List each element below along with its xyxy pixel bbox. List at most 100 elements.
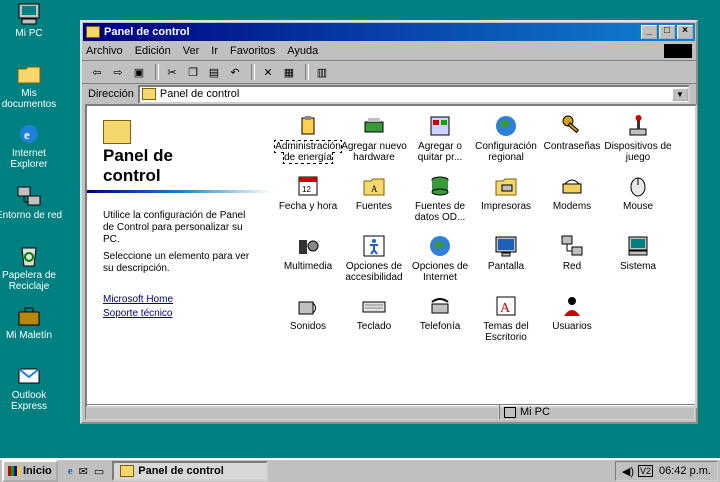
properties-icon[interactable]: ▦: [280, 64, 298, 80]
applet-telephony[interactable]: Telefonía: [405, 294, 475, 332]
back-arrow-icon[interactable]: ⇦: [88, 64, 106, 80]
applet-display[interactable]: Pantalla: [471, 234, 541, 272]
status-computer-icon: [504, 406, 516, 418]
quicklaunch-ie-icon[interactable]: e: [68, 465, 73, 477]
keys-icon: [560, 114, 584, 138]
applet-game-devices[interactable]: Dispositivos de juego: [603, 114, 673, 163]
display-icon: [494, 234, 518, 258]
modem-icon: [560, 174, 584, 198]
undo-icon[interactable]: ↶: [226, 64, 244, 80]
delete-icon[interactable]: ✕: [259, 64, 277, 80]
odbc-icon: [428, 174, 452, 198]
desktop-icon-internet-explorer[interactable]: e Internet Explorer: [0, 122, 64, 170]
copy-icon[interactable]: ❐: [184, 64, 202, 80]
desktop-icon-papelera[interactable]: Papelera de Reciclaje: [0, 244, 64, 292]
desktop-icon-mi-maletin[interactable]: Mi Maletín: [0, 304, 64, 341]
applet-passwords[interactable]: Contraseñas: [537, 114, 607, 152]
address-input[interactable]: Panel de control ▼: [137, 84, 690, 104]
applet-sounds[interactable]: Sonidos: [273, 294, 343, 332]
up-folder-icon[interactable]: ▣: [130, 64, 148, 80]
content-area: Panel de control Utilice la configuració…: [85, 104, 697, 408]
applet-modems[interactable]: Modems: [537, 174, 607, 212]
applet-accessibility[interactable]: Opciones de accesibilidad: [339, 234, 409, 283]
left-info-pane: Panel de control Utilice la configuració…: [87, 106, 272, 406]
joystick-icon: [626, 114, 650, 138]
applets-grid: Administración de energía Agregar nuevo …: [273, 106, 693, 406]
folder-icon: [16, 62, 42, 86]
globe-icon: [494, 114, 518, 138]
cut-icon[interactable]: ✂: [163, 64, 181, 80]
sounds-icon: [296, 294, 320, 318]
applet-users[interactable]: Usuarios: [537, 294, 607, 332]
status-location: Mi PC: [499, 404, 695, 420]
menu-ir[interactable]: Ir: [211, 45, 218, 57]
clock: 06:42 p.m.: [659, 465, 711, 477]
menu-archivo[interactable]: Archivo: [86, 45, 123, 57]
themes-icon: A: [494, 294, 518, 318]
applet-odbc[interactable]: Fuentes de datos OD...: [405, 174, 475, 223]
desktop-icon-outlook-express[interactable]: Outlook Express: [0, 364, 64, 412]
network-neighborhood-icon: [16, 184, 42, 208]
hardware-icon: [362, 114, 386, 138]
power-icon: [296, 114, 320, 138]
svg-text:A: A: [500, 301, 511, 316]
applet-add-hardware[interactable]: Agregar nuevo hardware: [339, 114, 409, 163]
link-microsoft-home[interactable]: Microsoft Home: [103, 294, 173, 305]
printers-folder-icon: [494, 174, 518, 198]
link-soporte-tecnico[interactable]: Soporte técnico: [103, 308, 173, 319]
programs-icon: [428, 114, 452, 138]
applet-internet-options[interactable]: Opciones de Internet: [405, 234, 475, 283]
minimize-button[interactable]: _: [641, 25, 657, 39]
applet-power[interactable]: Administración de energía: [273, 114, 343, 164]
volume-icon[interactable]: ◀): [622, 465, 634, 478]
applet-date-time[interactable]: 12 Fecha y hora: [273, 174, 343, 212]
system-tray: ◀) V2 06:42 p.m.: [614, 461, 718, 481]
menu-edicion[interactable]: Edición: [135, 45, 171, 57]
applet-network[interactable]: Red: [537, 234, 607, 272]
tray-v2-icon[interactable]: V2: [638, 465, 654, 477]
keyboard-icon: [362, 294, 386, 318]
task-control-panel[interactable]: Panel de control: [112, 461, 269, 481]
menu-ayuda[interactable]: Ayuda: [287, 45, 318, 57]
accessibility-icon: [362, 234, 386, 258]
close-button[interactable]: ×: [677, 25, 693, 39]
address-dropdown-icon[interactable]: ▼: [672, 87, 688, 101]
start-button[interactable]: Inicio: [2, 460, 58, 482]
menu-ver[interactable]: Ver: [183, 45, 200, 57]
applet-fonts[interactable]: A Fuentes: [339, 174, 409, 212]
applet-multimedia[interactable]: Multimedia: [273, 234, 343, 272]
left-pane-text2: Seleccione un elemento para ver su descr…: [103, 251, 250, 274]
applet-system[interactable]: Sistema: [603, 234, 673, 272]
address-label: Dirección: [88, 88, 134, 100]
briefcase-icon: [16, 304, 42, 328]
desktop-icon-entorno-de-red[interactable]: Entorno de red: [0, 184, 64, 221]
calendar-icon: 12: [296, 174, 320, 198]
title-bar[interactable]: Panel de control _ □ ×: [83, 23, 695, 41]
task-folder-icon: [120, 465, 135, 477]
applet-keyboard[interactable]: Teclado: [339, 294, 409, 332]
applet-regional[interactable]: Configuración regional: [471, 114, 541, 163]
menu-favoritos[interactable]: Favoritos: [230, 45, 275, 57]
applet-desktop-themes[interactable]: A Temas del Escritorio: [471, 294, 541, 343]
menu-bar: Archivo Edición Ver Ir Favoritos Ayuda: [82, 42, 696, 61]
paste-icon[interactable]: ▤: [205, 64, 223, 80]
applet-printers[interactable]: Impresoras: [471, 174, 541, 212]
desktop-icon-mis-documentos[interactable]: Mis documentos: [0, 62, 64, 110]
ie-icon: e: [16, 122, 42, 146]
quicklaunch-desktop-icon[interactable]: ▭: [94, 465, 104, 478]
telephony-icon: [428, 294, 452, 318]
applet-add-remove-programs[interactable]: Agregar o quitar pr...: [405, 114, 475, 163]
applet-mouse[interactable]: Mouse: [603, 174, 673, 212]
computer-icon: [16, 2, 42, 26]
views-icon[interactable]: ▥: [313, 64, 331, 80]
multimedia-icon: [296, 234, 320, 258]
address-folder-icon: [141, 88, 156, 100]
quicklaunch-outlook-icon[interactable]: ✉: [79, 465, 88, 478]
desktop-icon-mi-pc[interactable]: Mi PC: [0, 2, 64, 39]
recycle-bin-icon: [16, 244, 42, 268]
network-icon: [560, 234, 584, 258]
window-icon: [86, 26, 100, 38]
maximize-button[interactable]: □: [659, 25, 675, 39]
forward-arrow-icon[interactable]: ⇨: [109, 64, 127, 80]
toolbar: ⇦ ⇨ ▣ ✂ ❐ ▤ ↶ ✕ ▦ ▥: [82, 61, 696, 84]
